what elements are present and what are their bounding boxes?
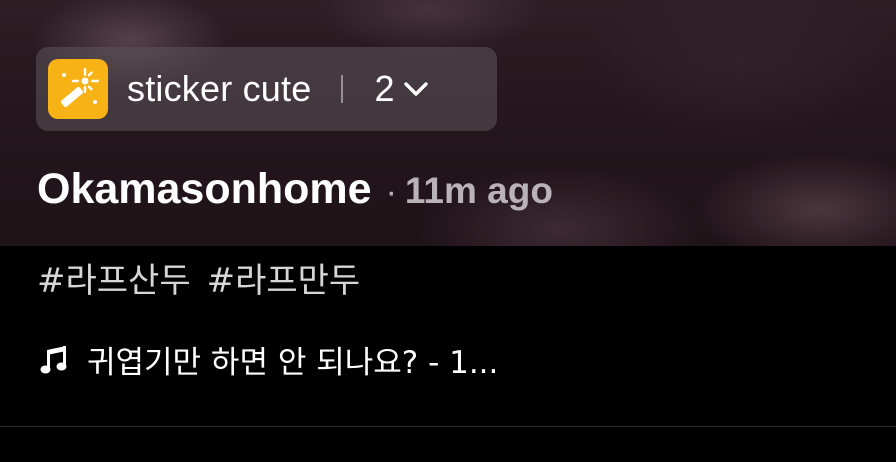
music-row[interactable]: 귀엽기만 하면 안 되나요? - 1... <box>37 337 498 382</box>
magic-wand-sparkle-icon <box>48 59 108 119</box>
video-overlay: sticker cute 2 Okamasonhome · 11m ago #라… <box>0 0 896 462</box>
post-author-row: Okamasonhome · 11m ago <box>37 165 553 217</box>
divider <box>0 426 896 427</box>
hashtag-link[interactable]: #라프산두 <box>37 253 191 302</box>
sticker-chip-button[interactable]: sticker cute 2 <box>36 47 497 131</box>
music-note-icon <box>37 343 73 377</box>
dot-separator: · <box>385 173 397 211</box>
chevron-down-icon <box>403 80 429 98</box>
sticker-name: sticker cute <box>127 68 312 109</box>
username-link[interactable]: Okamasonhome <box>37 165 372 214</box>
music-title: 귀엽기만 하면 안 되나요? - 1... <box>87 345 499 381</box>
sticker-count: 2 <box>374 68 395 109</box>
hashtag-list: #라프산두 #라프만두 <box>37 253 376 302</box>
post-timestamp: 11m ago <box>404 170 553 211</box>
hashtag-link[interactable]: #라프만두 <box>207 253 361 302</box>
chip-divider <box>341 75 344 103</box>
